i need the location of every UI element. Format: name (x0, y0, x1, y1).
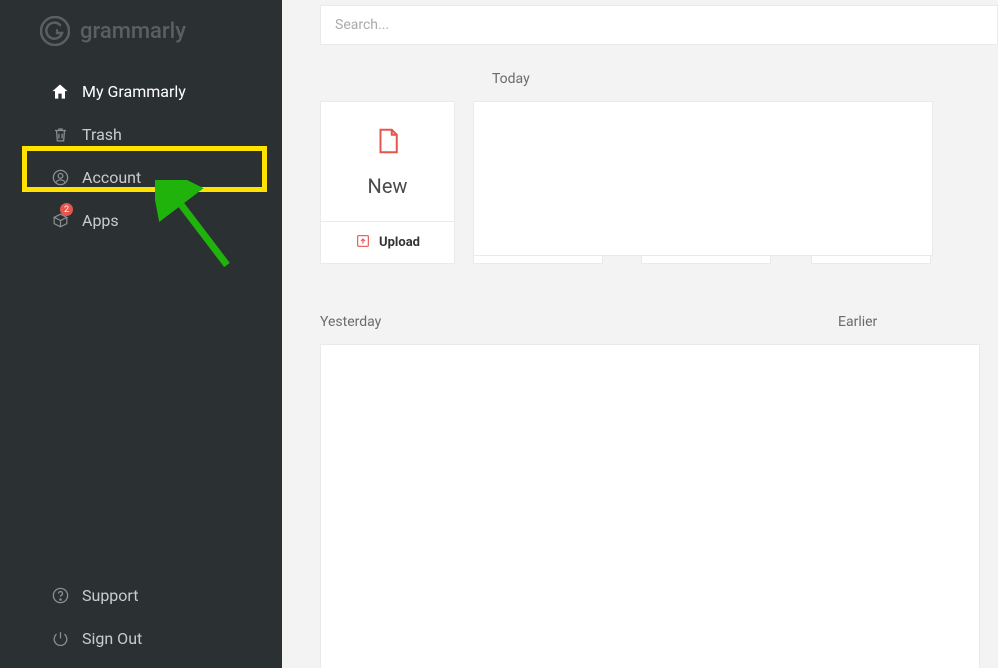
section-title-earlier: Earlier (838, 314, 998, 330)
account-icon (50, 168, 70, 188)
sidebar-item-label: Sign Out (82, 629, 142, 648)
new-document-button[interactable]: New (321, 102, 454, 221)
search-bar[interactable] (320, 5, 998, 45)
section-title-today: Today (492, 71, 998, 87)
sidebar-item-label: Support (82, 586, 138, 605)
sidebar-item-my-grammarly[interactable]: My Grammarly (0, 70, 282, 113)
document-card[interactable] (320, 344, 980, 668)
grammarly-logo-icon (40, 16, 70, 46)
new-document-card: New Upload (320, 101, 455, 264)
sidebar-item-trash[interactable]: Trash (0, 113, 282, 156)
sidebar-item-account[interactable]: Account (0, 156, 282, 199)
sidebar-item-label: Trash (82, 125, 122, 144)
help-icon (50, 586, 70, 606)
new-label: New (368, 174, 408, 198)
new-document-icon (373, 126, 403, 160)
sidebar-nav: My Grammarly Trash Account Apps 2 (0, 70, 282, 242)
today-document-stack (473, 101, 933, 261)
sidebar-item-support[interactable]: Support (0, 574, 282, 617)
brand-logo-area[interactable]: grammarly (0, 8, 282, 70)
sidebar-item-label: Account (82, 168, 141, 187)
brand-name: grammarly (80, 19, 186, 44)
upload-button[interactable]: Upload (321, 221, 454, 263)
sidebar-item-label: Apps (82, 211, 119, 230)
trash-icon (50, 125, 70, 145)
sidebar-footer: Support Sign Out (0, 574, 282, 668)
sidebar-item-apps[interactable]: Apps 2 (0, 199, 282, 242)
power-icon (50, 629, 70, 649)
upload-icon (355, 233, 371, 253)
sidebar-item-label: My Grammarly (82, 82, 186, 101)
today-cards: New Upload (320, 101, 998, 264)
sidebar-item-signout[interactable]: Sign Out (0, 617, 282, 660)
main-content: Today New Upload Yesterday (282, 0, 998, 668)
upload-label: Upload (379, 235, 420, 250)
document-card[interactable] (473, 101, 933, 256)
sidebar: grammarly My Grammarly Trash Account App… (0, 0, 282, 668)
home-icon (50, 82, 70, 102)
search-input[interactable] (335, 17, 983, 33)
section-title-yesterday: Yesterday (320, 314, 838, 330)
apps-badge: 2 (60, 203, 73, 216)
